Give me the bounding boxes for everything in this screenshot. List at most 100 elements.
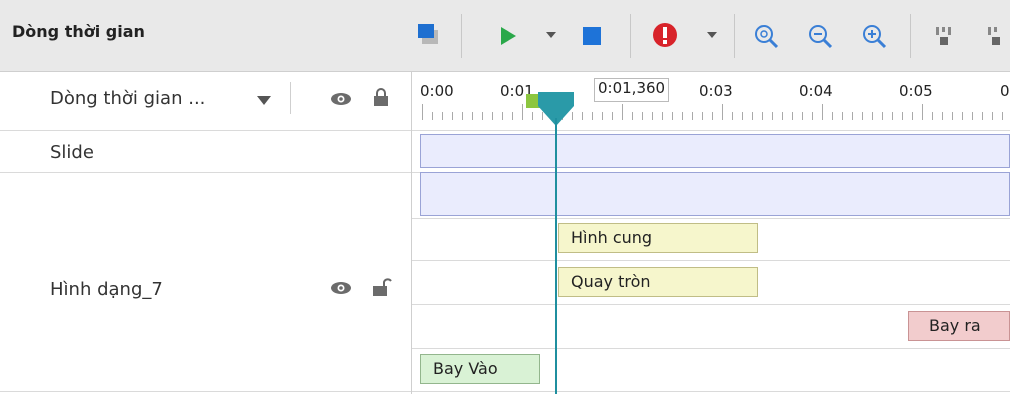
- ruler-tick: [652, 112, 653, 120]
- ruler-tick: [492, 112, 493, 120]
- play-dropdown-arrow-icon[interactable]: [545, 30, 557, 40]
- ruler-tick: [812, 112, 813, 120]
- ruler-tick: [882, 112, 883, 120]
- align-icon-2[interactable]: [986, 24, 1010, 48]
- track-name-slide[interactable]: Slide: [50, 142, 94, 163]
- visibility-eye-icon[interactable]: [330, 279, 352, 297]
- sub-row-divider: [411, 218, 1010, 219]
- current-time-display: 0:01,360: [594, 78, 670, 102]
- play-icon[interactable]: [498, 26, 518, 46]
- ruler-tick: [802, 112, 803, 120]
- ruler-tick: [992, 112, 993, 120]
- ruler-tick: [472, 112, 473, 120]
- zoom-fit-icon[interactable]: [752, 22, 780, 50]
- ruler-tick: [922, 104, 923, 120]
- ruler-tick: [462, 112, 463, 120]
- ruler-tick: [1002, 112, 1003, 120]
- ruler-tick: [872, 112, 873, 120]
- ruler-tick: [702, 112, 703, 120]
- ruler-tick: [532, 112, 533, 120]
- ruler-tick: [782, 112, 783, 120]
- toolbar-separator: [910, 14, 911, 58]
- ruler-tick: [522, 104, 523, 120]
- ruler-tick: [742, 112, 743, 120]
- ruler-label: 0: [1000, 82, 1010, 100]
- toolbar-separator: [461, 14, 462, 58]
- ruler-tick: [902, 112, 903, 120]
- panel-title: Dòng thời gian: [12, 22, 145, 41]
- ruler-tick: [422, 104, 423, 120]
- ruler-tick: [502, 112, 503, 120]
- timeline-dropdown-arrow-icon[interactable]: [256, 92, 272, 108]
- unlock-icon[interactable]: [372, 276, 392, 298]
- ruler-tick: [912, 112, 913, 120]
- ruler-tick: [972, 112, 973, 120]
- sub-row-divider: [411, 348, 1010, 349]
- ruler-tick: [822, 104, 823, 120]
- ruler-tick: [842, 112, 843, 120]
- ruler-tick: [622, 104, 623, 120]
- ruler-tick: [662, 112, 663, 120]
- ruler-label: 0:00: [420, 82, 454, 100]
- ruler-tick: [722, 104, 723, 120]
- ruler-tick: [892, 112, 893, 120]
- ruler-tick: [512, 112, 513, 120]
- ruler-tick: [852, 112, 853, 120]
- animation-bar-fly-in[interactable]: Bay Vào: [420, 354, 540, 384]
- ruler-tick: [762, 112, 763, 120]
- ruler-tick: [832, 112, 833, 120]
- ruler-tick: [772, 112, 773, 120]
- ruler-tick: [932, 112, 933, 120]
- ruler-tick: [952, 112, 953, 120]
- ruler-tick: [942, 112, 943, 120]
- ruler-tick: [672, 112, 673, 120]
- ruler-tick: [642, 112, 643, 120]
- animation-bar-arc[interactable]: Hình cung: [558, 223, 758, 253]
- ruler-tick: [452, 112, 453, 120]
- shape-duration-bar[interactable]: [420, 172, 1010, 216]
- zoom-in-icon[interactable]: [860, 22, 888, 50]
- animation-bar-spin[interactable]: Quay tròn: [558, 267, 758, 297]
- ruler-tick: [612, 112, 613, 120]
- ruler-tick: [862, 112, 863, 120]
- ruler-tick: [982, 112, 983, 120]
- toolbar-separator: [734, 14, 735, 58]
- ruler-tick: [592, 112, 593, 120]
- ruler-tick: [962, 112, 963, 120]
- playhead-line: [555, 118, 557, 394]
- lock-icon[interactable]: [372, 86, 390, 108]
- zoom-out-icon[interactable]: [806, 22, 834, 50]
- ruler-tick: [632, 112, 633, 120]
- layer-color-icon[interactable]: [418, 24, 440, 46]
- animation-bar-fly-out[interactable]: Bay ra: [908, 311, 1010, 341]
- slide-duration-bar[interactable]: [420, 134, 1010, 168]
- align-icon[interactable]: [934, 24, 958, 48]
- ruler-tick: [752, 112, 753, 120]
- ruler-label: 0:03: [699, 82, 733, 100]
- timeline-dropdown-label[interactable]: Dòng thời gian ...: [50, 88, 205, 109]
- header-separator: [290, 82, 291, 114]
- visibility-eye-icon[interactable]: [330, 90, 352, 108]
- ruler-tick: [692, 112, 693, 120]
- row-divider: [0, 130, 1010, 131]
- toolbar-separator: [630, 14, 631, 58]
- track-name-shape[interactable]: Hình dạng_7: [50, 279, 163, 300]
- alert-dropdown-arrow-icon[interactable]: [706, 30, 718, 40]
- ruler-tick: [792, 112, 793, 120]
- ruler-label: 0:04: [799, 82, 833, 100]
- ruler-tick: [712, 112, 713, 120]
- track-list-panel: [0, 72, 411, 394]
- ruler-tick: [682, 112, 683, 120]
- ruler-tick: [582, 112, 583, 120]
- ruler-tick: [432, 112, 433, 120]
- ruler-tick: [732, 112, 733, 120]
- alert-icon[interactable]: [652, 22, 678, 48]
- ruler-ticks: [412, 104, 1010, 124]
- sub-row-divider: [411, 260, 1010, 261]
- row-divider: [0, 391, 1010, 392]
- ruler-label: 0:05: [899, 82, 933, 100]
- sub-row-divider: [411, 304, 1010, 305]
- ruler-tick: [602, 112, 603, 120]
- stop-icon[interactable]: [582, 26, 602, 46]
- ruler-tick: [442, 112, 443, 120]
